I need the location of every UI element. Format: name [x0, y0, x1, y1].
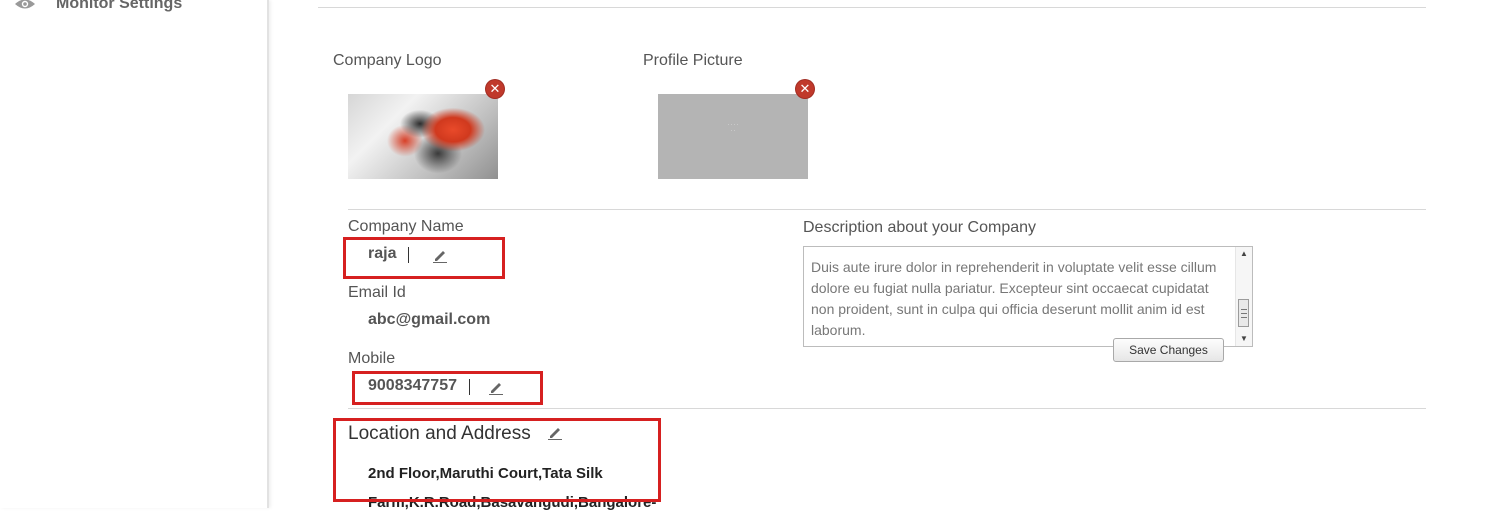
divider — [318, 7, 1426, 8]
company-logo-image — [348, 94, 498, 179]
scroll-down-icon[interactable]: ▼ — [1236, 332, 1252, 346]
delete-icon[interactable]: ✕ — [486, 80, 504, 98]
mobile-label: Mobile — [348, 350, 396, 367]
save-changes-button[interactable]: Save Changes — [1113, 338, 1224, 362]
sidebar-item-monitor-settings[interactable]: Monitor Settings — [14, 0, 182, 16]
description-text: Duis aute irure dolor in reprehenderit i… — [811, 259, 1217, 338]
highlight-box — [333, 418, 661, 502]
company-logo-label: Company Logo — [333, 52, 442, 69]
description-textarea[interactable]: Duis aute irure dolor in reprehenderit i… — [803, 246, 1253, 347]
company-name-label: Company Name — [348, 218, 464, 235]
divider — [348, 408, 1426, 409]
scroll-thumb[interactable] — [1238, 299, 1249, 327]
sidebar: Monitor Settings — [0, 0, 269, 508]
eye-icon — [15, 0, 35, 9]
divider — [348, 209, 1426, 210]
highlight-box — [343, 237, 505, 279]
delete-icon[interactable]: ✕ — [796, 80, 814, 98]
profile-picture-label: Profile Picture — [643, 52, 743, 69]
email-value: abc@gmail.com — [368, 311, 491, 328]
placeholder-mark: · · — [730, 128, 736, 134]
sidebar-item-label: Monitor Settings — [56, 0, 183, 12]
email-label: Email Id — [348, 284, 406, 301]
scroll-up-icon[interactable]: ▲ — [1236, 247, 1252, 261]
highlight-box — [352, 371, 543, 405]
profile-picture-image: · · · · · · — [658, 94, 808, 179]
scrollbar[interactable]: ▲ ▼ — [1235, 247, 1252, 346]
description-label: Description about your Company — [803, 219, 1037, 236]
